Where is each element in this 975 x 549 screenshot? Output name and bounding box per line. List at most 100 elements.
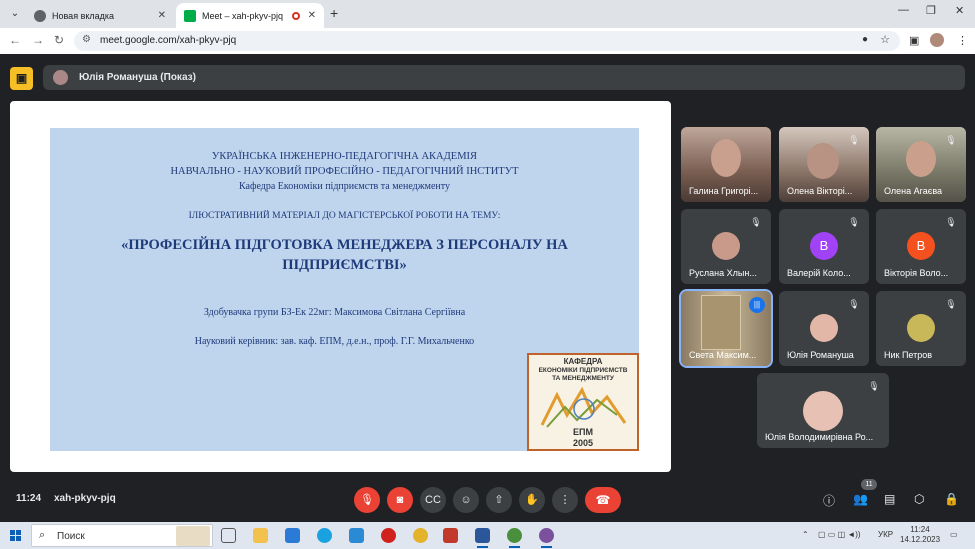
participant-name: Юлія Романуша xyxy=(787,350,854,360)
tab-search-chevron-icon[interactable]: ⌄ xyxy=(6,5,24,23)
participant-tile-active-speaker[interactable]: ||| Света Максим... xyxy=(679,289,773,368)
reload-icon[interactable]: ↻ xyxy=(54,33,64,47)
notifications-icon[interactable]: ▭ xyxy=(950,530,958,539)
participant-face xyxy=(906,141,936,177)
participant-name: Света Максим... xyxy=(689,350,757,360)
clock-date: 14.12.2023 xyxy=(900,535,941,544)
activities-icon[interactable]: ⬡ xyxy=(914,492,924,506)
participant-tile[interactable]: 🎙 Юлія Романуша xyxy=(779,291,869,366)
camera-off-button-icon[interactable]: ◙ xyxy=(387,487,413,513)
word-icon[interactable] xyxy=(475,528,490,548)
tray-icons[interactable]: ▢ ▭ ◫ ◄)) xyxy=(818,530,861,539)
participant-avatar xyxy=(810,314,838,342)
participant-tile[interactable]: В 🎙 Валерій Коло... xyxy=(779,209,869,284)
recording-indicator-icon xyxy=(291,11,300,20)
participant-tile[interactable]: 🎙 Руслана Хлын... xyxy=(681,209,771,284)
emoji-reactions-icon[interactable]: ☺ xyxy=(453,487,479,513)
address-bar[interactable]: ⚙ meet.google.com/xah-pkyv-pjq ● ☆ xyxy=(74,31,900,51)
slide-title-line-1: «ПРОФЕСІЙНА ПІДГОТОВКА МЕНЕДЖЕРА З ПЕРСО… xyxy=(121,237,568,253)
more-options-icon[interactable]: ⋮ xyxy=(552,487,578,513)
close-window-icon[interactable]: ✕ xyxy=(955,4,964,17)
participant-avatar xyxy=(907,314,935,342)
participant-tile[interactable]: 🎙 Юлія Володимирівна Ро... xyxy=(757,373,889,448)
profile-avatar[interactable] xyxy=(930,33,944,47)
forward-icon[interactable]: → xyxy=(32,33,44,47)
logo-text: ТА МЕНЕДЖМЕНТУ xyxy=(552,375,614,382)
people-icon[interactable]: 👥 xyxy=(853,492,868,506)
chrome-active-icon[interactable] xyxy=(507,528,522,548)
participant-tile[interactable]: Галина Григорі... xyxy=(681,127,771,202)
logo-graphic-icon xyxy=(540,386,627,428)
participant-tile[interactable]: 🎙 Ник Петров xyxy=(876,291,966,366)
store-icon[interactable] xyxy=(285,528,300,543)
back-icon[interactable]: ← xyxy=(9,33,21,47)
edge-icon[interactable] xyxy=(317,528,332,543)
participant-name: Олена Агаєва xyxy=(884,186,943,196)
close-tab-icon[interactable]: ✕ xyxy=(158,10,166,21)
slide-caption: ІЛЮСТРАТИВНИЙ МАТЕРІАЛ ДО МАГІСТЕРСЬКОЇ … xyxy=(188,211,501,221)
tab-meet[interactable]: Meet – xah-pkyv-pjq ✕ xyxy=(176,3,324,28)
mic-off-icon: 🎙 xyxy=(848,217,860,227)
chrome-icon[interactable] xyxy=(413,528,428,543)
chat-icon[interactable]: ▤ xyxy=(884,492,895,506)
raise-hand-icon[interactable]: ✋ xyxy=(519,487,545,513)
speaking-indicator-icon: ||| xyxy=(749,297,765,313)
logo-text: ЕКОНОМІКИ ПІДПРИЄМСТВ xyxy=(538,367,628,374)
participant-name: Валерій Коло... xyxy=(787,268,851,278)
browser-tabstrip: ⌄ Новая вкладка ✕ Meet – xah-pkyv-pjq ✕ … xyxy=(0,0,975,28)
pdf-reader-icon[interactable] xyxy=(443,528,458,543)
input-language[interactable]: УКР xyxy=(878,530,893,539)
windows-start-icon[interactable] xyxy=(10,530,21,541)
viber-icon[interactable] xyxy=(539,528,554,548)
logo-text: ЕПМ xyxy=(573,427,593,437)
site-info-icon[interactable]: ⚙ xyxy=(82,34,91,45)
close-tab-icon[interactable]: ✕ xyxy=(308,10,316,21)
mic-off-icon: 🎙 xyxy=(868,381,880,391)
participant-name: Олена Вікторі... xyxy=(787,186,853,196)
search-label: Поиск xyxy=(57,531,85,542)
logo-text: КАФЕДРА xyxy=(563,357,603,366)
captions-button-icon[interactable]: CC xyxy=(420,487,446,513)
browser-toolbar: ← → ↻ ⚙ meet.google.com/xah-pkyv-pjq ● ☆… xyxy=(0,28,975,54)
menu-dots-icon[interactable]: ⋮ xyxy=(957,34,968,47)
tray-chevron-icon[interactable]: ⌃ xyxy=(802,530,809,539)
participant-avatar: В xyxy=(810,232,838,260)
present-screen-icon[interactable]: ⇧ xyxy=(486,487,512,513)
participant-tile[interactable]: 🎙 Олена Агаєва xyxy=(876,127,966,202)
host-controls-icon[interactable]: 🔒 xyxy=(944,492,959,506)
file-explorer-icon[interactable] xyxy=(253,528,268,543)
new-tab-button[interactable]: + xyxy=(330,5,338,21)
meet-header: ▣ Юлія Романуша (Показ) xyxy=(0,54,975,101)
participant-face xyxy=(807,143,839,179)
mic-off-icon: 🎙 xyxy=(945,135,957,145)
search-highlight-image xyxy=(176,526,210,546)
slide-student: Здобувачка групи БЗ-Ек 22мг: Максимова С… xyxy=(203,307,466,318)
mic-off-icon: 🎙 xyxy=(848,135,860,145)
task-view-icon[interactable] xyxy=(221,528,236,543)
side-panel-icon[interactable]: ▣ xyxy=(909,34,919,47)
meeting-details-icon[interactable]: ⓘ xyxy=(823,492,835,509)
participant-name: Ник Петров xyxy=(884,350,933,360)
telegram-icon[interactable] xyxy=(349,528,364,543)
taskbar-search[interactable]: ⌕ Поиск xyxy=(31,524,213,547)
department-logo: КАФЕДРА ЕКОНОМІКИ ПІДПРИЄМСТВ ТА МЕНЕДЖМ… xyxy=(527,353,639,451)
slide: УКРАЇНСЬКА ІНЖЕНЕРНО-ПЕДАГОГІЧНА АКАДЕМІ… xyxy=(50,128,639,451)
tab-new-tab[interactable]: Новая вкладка ✕ xyxy=(26,3,174,28)
stop-presenting-icon[interactable]: ▣ xyxy=(10,67,33,90)
participant-count-badge: 11 xyxy=(861,479,877,490)
minimize-icon[interactable]: — xyxy=(898,4,909,16)
bookmark-star-icon[interactable]: ☆ xyxy=(880,33,890,46)
meet-controls: 11:24 xah-pkyv-pjq 🎙 ◙ CC ☺ ⇧ ✋ ⋮ ☎ ⓘ 👥 … xyxy=(0,472,975,522)
presenter-bar: Юлія Романуша (Показ) xyxy=(43,65,965,90)
taskbar-clock[interactable]: 11:24 14.12.2023 xyxy=(900,525,940,545)
leave-call-icon[interactable]: ☎ xyxy=(585,487,621,513)
participant-tile[interactable]: В 🎙 Вікторія Воло... xyxy=(876,209,966,284)
mic-off-button-icon[interactable]: 🎙 xyxy=(354,487,380,513)
meeting-code: xah-pkyv-pjq xyxy=(54,493,116,504)
microphone-icon[interactable]: ● xyxy=(862,34,868,45)
participant-avatar xyxy=(803,391,843,431)
restore-icon[interactable]: ❐ xyxy=(926,4,936,17)
opera-icon[interactable] xyxy=(381,528,396,543)
presentation-stage: УКРАЇНСЬКА ІНЖЕНЕРНО-ПЕДАГОГІЧНА АКАДЕМІ… xyxy=(10,101,671,472)
participant-tile[interactable]: 🎙 Олена Вікторі... xyxy=(779,127,869,202)
